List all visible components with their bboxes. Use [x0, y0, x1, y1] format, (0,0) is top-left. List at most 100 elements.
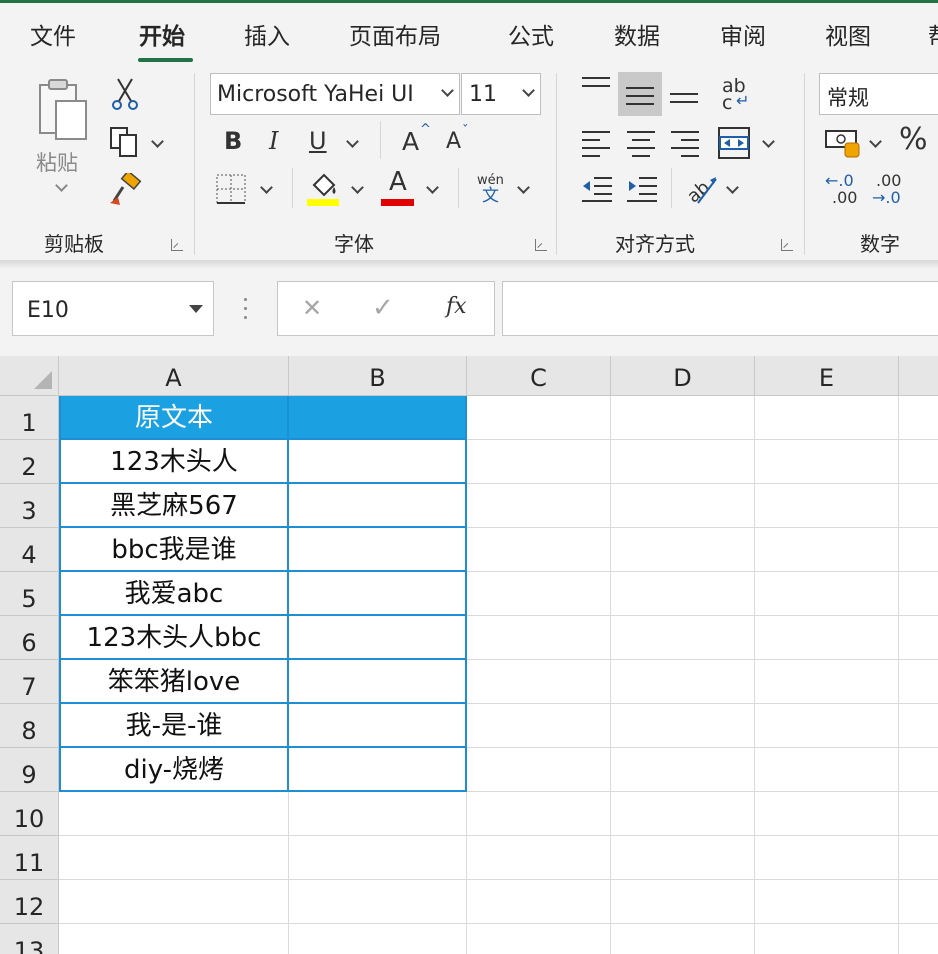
cell[interactable]: 原文本 — [59, 396, 289, 440]
bold-button[interactable]: B — [224, 129, 242, 153]
underline-dropdown-icon[interactable] — [346, 135, 359, 148]
row-header[interactable]: 1 — [0, 396, 59, 440]
alignment-launcher-icon[interactable] — [781, 239, 793, 251]
cell[interactable] — [289, 792, 467, 836]
cell[interactable] — [467, 484, 611, 528]
phonetic-guide-button[interactable]: 文 — [482, 188, 499, 205]
row-header[interactable]: 5 — [0, 572, 59, 616]
underline-button[interactable]: U — [309, 129, 327, 153]
cell[interactable] — [289, 440, 467, 484]
cell[interactable] — [899, 616, 938, 660]
cell[interactable] — [755, 792, 899, 836]
copy-dropdown-icon[interactable] — [151, 135, 164, 148]
cell[interactable] — [755, 484, 899, 528]
cell[interactable] — [289, 836, 467, 880]
cell[interactable] — [467, 880, 611, 924]
row-header[interactable]: 4 — [0, 528, 59, 572]
cell[interactable] — [467, 792, 611, 836]
tab-page-layout[interactable]: 页面布局 — [349, 17, 441, 51]
row-header[interactable]: 13 — [0, 924, 59, 954]
scissors-icon[interactable] — [110, 77, 140, 111]
row-header[interactable]: 10 — [0, 792, 59, 836]
cell[interactable] — [755, 924, 899, 954]
cell[interactable] — [289, 660, 467, 704]
cell[interactable] — [611, 748, 755, 792]
cell[interactable]: bbc我是谁 — [59, 528, 289, 572]
number-format-select[interactable]: 常规 — [819, 73, 938, 115]
cell[interactable] — [899, 660, 938, 704]
font-name-select[interactable]: Microsoft YaHei UI — [210, 73, 460, 115]
row-header[interactable]: 12 — [0, 880, 59, 924]
cell[interactable] — [611, 704, 755, 748]
insert-function-button[interactable]: fx — [446, 294, 467, 319]
cell[interactable] — [755, 880, 899, 924]
cell[interactable] — [899, 704, 938, 748]
orientation-icon[interactable]: ab — [684, 173, 718, 205]
cell[interactable] — [467, 704, 611, 748]
cell[interactable] — [755, 660, 899, 704]
middle-align-button[interactable] — [618, 72, 662, 116]
cell[interactable]: diy-烧烤 — [59, 748, 289, 792]
clipboard-launcher-icon[interactable] — [171, 239, 183, 251]
row-header[interactable]: 7 — [0, 660, 59, 704]
cell[interactable] — [611, 440, 755, 484]
accounting-format-icon[interactable] — [825, 127, 861, 159]
cell[interactable] — [611, 792, 755, 836]
decrease-decimal-button[interactable]: →.0 — [872, 190, 901, 206]
tab-help[interactable]: 帮 — [928, 17, 938, 51]
cell[interactable]: 我爱abc — [59, 572, 289, 616]
copy-icon[interactable] — [108, 125, 142, 159]
increase-indent-icon[interactable] — [627, 175, 657, 203]
cell[interactable] — [289, 704, 467, 748]
tab-view[interactable]: 视图 — [825, 17, 871, 51]
bottom-align-icon[interactable] — [670, 85, 698, 107]
cell[interactable] — [755, 572, 899, 616]
cell[interactable] — [611, 484, 755, 528]
cell[interactable] — [611, 660, 755, 704]
cell[interactable] — [467, 924, 611, 954]
top-align-icon[interactable] — [582, 77, 610, 99]
cell[interactable] — [289, 572, 467, 616]
tab-file[interactable]: 文件 — [30, 17, 76, 51]
orientation-dropdown-icon[interactable] — [726, 181, 739, 194]
row-header[interactable]: 9 — [0, 748, 59, 792]
cell[interactable] — [611, 836, 755, 880]
wrap-text-button[interactable]: c — [722, 94, 732, 113]
cell[interactable] — [289, 528, 467, 572]
tab-formulas[interactable]: 公式 — [508, 17, 554, 51]
cell[interactable] — [899, 880, 938, 924]
cell[interactable] — [899, 528, 938, 572]
formula-bar-grip-icon[interactable] — [244, 298, 248, 320]
name-box[interactable]: E10 — [12, 281, 214, 336]
cell[interactable]: 123木头人bbc — [59, 616, 289, 660]
cell[interactable] — [467, 572, 611, 616]
enter-icon[interactable]: ✓ — [372, 293, 394, 323]
cell[interactable]: 我-是-谁 — [59, 704, 289, 748]
cell[interactable] — [467, 836, 611, 880]
cell[interactable] — [755, 440, 899, 484]
align-right-icon[interactable] — [671, 131, 699, 157]
cell[interactable] — [899, 440, 938, 484]
percent-style-button[interactable]: % — [899, 125, 928, 155]
cell[interactable] — [899, 792, 938, 836]
cell[interactable]: 黑芝麻567 — [59, 484, 289, 528]
tab-data[interactable]: 数据 — [614, 17, 660, 51]
column-header-a[interactable]: A — [59, 356, 289, 396]
cell[interactable] — [899, 572, 938, 616]
accounting-dropdown-icon[interactable] — [869, 135, 882, 148]
cell[interactable] — [289, 616, 467, 660]
borders-dropdown-icon[interactable] — [260, 181, 273, 194]
font-launcher-icon[interactable] — [535, 239, 547, 251]
column-header-b[interactable]: B — [289, 356, 467, 396]
align-left-icon[interactable] — [582, 131, 610, 157]
cell[interactable] — [611, 396, 755, 440]
column-header-c[interactable]: C — [467, 356, 611, 396]
cell[interactable] — [611, 616, 755, 660]
cell[interactable] — [899, 924, 938, 954]
borders-icon[interactable] — [216, 174, 246, 204]
cell[interactable] — [755, 836, 899, 880]
cell[interactable] — [611, 528, 755, 572]
cell[interactable] — [755, 748, 899, 792]
cell[interactable] — [755, 616, 899, 660]
italic-button[interactable]: I — [269, 129, 278, 153]
